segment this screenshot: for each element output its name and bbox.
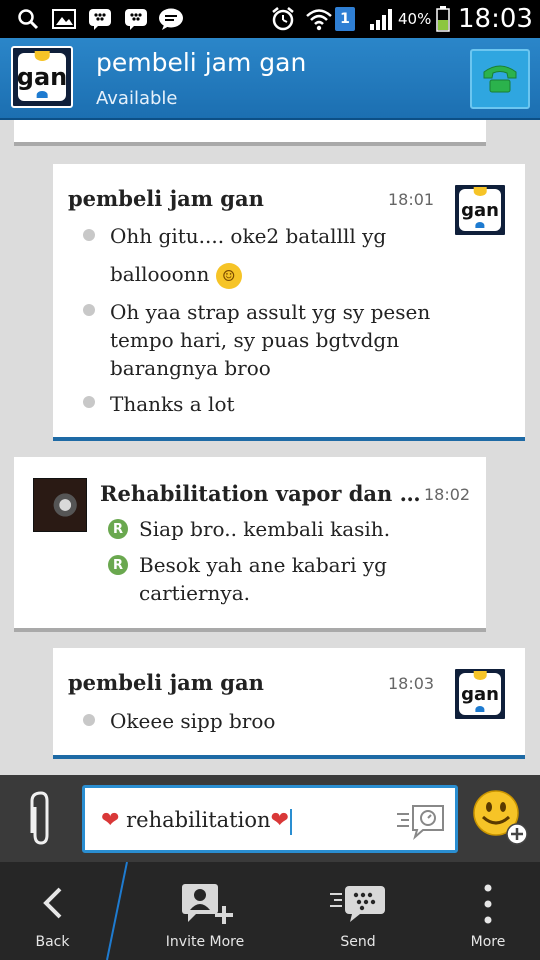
message-line: Oh yaa strap assult yg sy pesen tempo ha…: [110, 300, 431, 380]
chat-icon: [156, 6, 186, 32]
composer-bar: ❤ rehabilitation❤: [0, 775, 540, 862]
heart-emoji-icon: ❤: [270, 808, 289, 833]
search-icon: [14, 6, 42, 32]
bbm-icon: [86, 6, 114, 32]
more-label: More: [470, 934, 506, 950]
battery-icon: [434, 6, 452, 32]
avatar-text: gan: [461, 199, 499, 221]
emoji-add-icon[interactable]: [472, 789, 530, 849]
status-bar: 1 40% 18:03: [0, 0, 540, 38]
back-label: Back: [35, 934, 70, 950]
back-button[interactable]: Back: [0, 862, 105, 960]
paperclip-icon[interactable]: [24, 789, 58, 849]
phone-icon: [483, 65, 517, 93]
overflow-menu-icon: [484, 884, 492, 924]
voice-note-icon[interactable]: [395, 800, 447, 840]
message-text: ballooonn: [110, 262, 210, 286]
message-line: Siap bro.. kembali kasih.: [139, 517, 391, 541]
message-bullet: [83, 396, 95, 408]
sender-avatar: [33, 478, 87, 532]
contact-name[interactable]: pembeli jam gan: [96, 48, 306, 77]
message-sender: pembeli jam gan: [68, 670, 264, 695]
invite-more-button[interactable]: Invite More: [140, 862, 270, 960]
message-line: Ohh gitu.... oke2 batallll yg: [110, 222, 430, 250]
sim-badge: 1: [335, 7, 355, 31]
message-line: Besok yah ane kabari yg cartiernya.: [139, 553, 387, 605]
message-bullet: [83, 229, 95, 241]
sim-icon: 1: [334, 6, 356, 32]
message-line: Thanks a lot: [110, 392, 235, 416]
message-card[interactable]: Rehabilitation vapor dan j... 18:02 R Si…: [14, 457, 486, 632]
avatar-text: gan: [16, 63, 68, 91]
clock: 18:03: [458, 4, 533, 34]
read-check-icon: R: [108, 519, 128, 539]
message-bullet: [83, 714, 95, 726]
message-sender: pembeli jam gan: [68, 186, 264, 211]
contact-avatar[interactable]: gan: [11, 46, 73, 108]
sender-avatar: gan: [453, 667, 507, 721]
contact-status: Available: [96, 88, 178, 109]
add-contact-icon: [182, 884, 233, 924]
text-caret: [289, 808, 292, 835]
read-check-icon: R: [108, 555, 128, 575]
bbm-icon: [122, 6, 150, 32]
gallery-icon: [50, 6, 78, 32]
action-bar: Back Invite More Send More: [0, 862, 540, 960]
wifi-icon: [304, 6, 334, 32]
input-value: rehabilitation: [126, 808, 271, 832]
call-button[interactable]: [470, 49, 530, 109]
alarm-icon: [268, 6, 298, 32]
laughing-emoji-icon: ☺: [215, 262, 242, 289]
message-list[interactable]: pembeli jam gan 18:01 gan Ohh gitu.... o…: [0, 120, 540, 775]
signal-icon: [368, 6, 396, 32]
message-time: 18:02: [424, 485, 471, 504]
message-time: 18:01: [388, 190, 435, 209]
divider: [105, 862, 129, 960]
previous-message-card: [14, 120, 486, 146]
message-line: ballooonn ☺: [110, 260, 430, 289]
sender-avatar: gan: [453, 183, 507, 237]
send-bbm-icon: [330, 886, 385, 922]
message-bullet: [83, 304, 95, 316]
invite-more-label: Invite More: [165, 934, 245, 950]
chevron-left-icon: [43, 887, 62, 919]
message-time: 18:03: [388, 674, 435, 693]
message-text: Ohh gitu.... oke2 batallll yg: [110, 224, 387, 248]
message-card[interactable]: pembeli jam gan 18:01 gan Ohh gitu.... o…: [53, 164, 525, 441]
send-button[interactable]: Send: [300, 862, 416, 960]
battery-percent: 40%: [398, 10, 432, 28]
avatar-text: gan: [461, 683, 499, 705]
message-card[interactable]: pembeli jam gan 18:03 gan Okeee sipp bro…: [53, 648, 525, 759]
heart-emoji-icon: ❤: [101, 808, 120, 833]
message-sender: Rehabilitation vapor dan j...: [100, 481, 422, 506]
more-button[interactable]: More: [440, 862, 536, 960]
message-line: Okeee sipp broo: [110, 709, 276, 733]
send-label: Send: [340, 934, 376, 950]
message-input[interactable]: ❤ rehabilitation❤: [82, 785, 458, 853]
